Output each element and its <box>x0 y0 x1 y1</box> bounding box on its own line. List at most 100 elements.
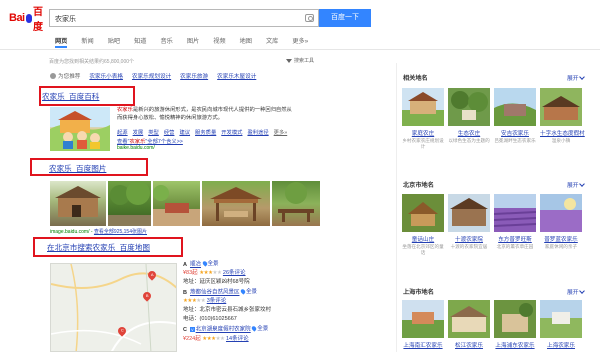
search-button[interactable]: 百度一下 <box>319 9 371 27</box>
search-input[interactable]: 农家乐 <box>49 9 319 27</box>
card-name[interactable]: 家庭农庄 <box>402 129 444 137</box>
tab-map[interactable]: 地图 <box>240 36 252 48</box>
stars-off: ★★ <box>196 298 206 304</box>
poi-b-title: B 燕都仙谷自然风景区 全景 <box>183 287 257 296</box>
result-count: 百度为您找到相关结果约65,800,000个 <box>49 59 135 65</box>
poi-name-link[interactable]: 北京湖泉度假村农家院 <box>196 327 251 333</box>
poi-b-address: 地址：北京市密云县石城乡张家坟村 <box>183 307 272 313</box>
related-place-card[interactable]: 生态农庄 以绿色生态为主题的 <box>448 88 490 144</box>
baike-all-meanings-link[interactable]: 查看"农家乐"全部7个含义>> <box>117 137 183 145</box>
tab-wenku[interactable]: 文库 <box>266 36 278 48</box>
baidu-logo[interactable]: Bai 百度 <box>9 7 47 33</box>
result-title-map[interactable]: 在北京市搜索农家乐_百度地图 <box>47 242 150 253</box>
related-place-card[interactable]: 东方普罗旺斯 北京的薰衣草庄园 <box>494 194 536 250</box>
tab-more[interactable]: 更多» <box>292 36 308 48</box>
result-title-images[interactable]: 农家乐_百度图片 <box>49 163 106 174</box>
card-subtitle: 吕冕湖畔生态农家乐 <box>494 138 536 143</box>
stars-on: ★★★ <box>183 298 197 304</box>
card-subtitle: 乡村农家农庄规划设计 <box>402 138 444 149</box>
recommend-link[interactable]: 农家乐木屋设计 <box>217 72 256 80</box>
related-place-card[interactable]: 安吉农家乐 吕冕湖畔生态农家乐 <box>494 88 536 144</box>
related-place-card[interactable]: 普罗蓝农家乐 家庭休闲的亲子 <box>540 194 582 250</box>
related-place-card[interactable]: 松江农家乐 <box>448 300 490 349</box>
recommend-link[interactable]: 农家乐规划设计 <box>132 72 171 80</box>
sidebar-section-title: 相关地名 <box>403 75 428 82</box>
related-place-card[interactable]: 上海农家乐 <box>540 300 582 349</box>
card-name[interactable]: 上海南汇农家乐 <box>402 341 444 349</box>
image-thumb-1[interactable] <box>50 181 106 226</box>
sidebar-expand-button[interactable]: 展开 <box>567 73 585 82</box>
expand-label: 展开 <box>567 183 579 189</box>
map-thumbnail[interactable]: A B C <box>50 263 177 352</box>
stars-off: ★★ <box>215 336 225 342</box>
poi-a-rating: ¥83起 ★★★★★ 26条评论 <box>183 268 246 276</box>
card-subtitle: 家庭休闲的亲子 <box>544 244 578 249</box>
stars-off: ★★ <box>212 270 222 276</box>
sidebar-expand-button[interactable]: 展开 <box>567 180 585 189</box>
baike-section-link[interactable]: 服务质量 <box>195 128 216 136</box>
tab-tieba[interactable]: 贴吧 <box>108 36 120 48</box>
pano-link[interactable]: 全景 <box>201 259 219 267</box>
expand-label: 展开 <box>567 290 579 296</box>
recommend-row: 为您推荐 农家乐小表格 农家乐规划设计 农家乐旅游 农家乐木屋设计 <box>50 72 256 80</box>
baike-thumbnail[interactable] <box>50 107 110 151</box>
recommend-link[interactable]: 农家乐小表格 <box>89 72 123 80</box>
card-name[interactable]: 生态农庄 <box>448 129 490 137</box>
tab-music[interactable]: 音乐 <box>161 36 173 48</box>
card-name[interactable]: 童话山庄 <box>402 235 444 243</box>
image-thumb-2[interactable] <box>108 181 151 226</box>
tab-divider <box>0 49 600 50</box>
tab-web[interactable]: 网页 <box>55 36 68 48</box>
related-place-card[interactable]: 十渡农家院 十渡的农家院宜居 <box>448 194 490 250</box>
tab-news[interactable]: 新闻 <box>81 36 93 48</box>
poi-name-link[interactable]: 燕都仙谷自然风景区 <box>190 290 240 296</box>
recommend-link[interactable]: 农家乐旅游 <box>180 72 208 80</box>
camera-icon[interactable] <box>305 14 314 22</box>
card-name[interactable]: 安吉农家乐 <box>494 129 536 137</box>
chevron-down-icon <box>578 180 585 187</box>
baike-section-link[interactable]: 经营 <box>164 128 175 136</box>
image-trees-2 <box>108 181 151 226</box>
poi-price: ¥83起 <box>183 270 198 276</box>
poi-comments-link[interactable]: 3条评论 <box>207 298 227 304</box>
poi-comments-link[interactable]: 26条评论 <box>223 270 246 276</box>
baike-desc-highlight: 农家乐 <box>117 107 133 113</box>
image-thumb-3[interactable] <box>153 181 200 226</box>
related-place-card[interactable]: 上海南汇农家乐 <box>402 300 444 349</box>
result-title-baike[interactable]: 农家乐_百度百科 <box>42 91 99 102</box>
stars-on: ★★★ <box>202 336 216 342</box>
poi-a-title: A 顺冶 全景 <box>183 259 219 268</box>
card-name[interactable]: 松江农家乐 <box>448 341 490 349</box>
related-place-card[interactable]: 十字水生态度假村 温泉小镇 <box>540 88 585 144</box>
baike-section-link[interactable]: 开发模式 <box>221 128 242 136</box>
card-name[interactable]: 十字水生态度假村 <box>540 129 585 137</box>
baike-section-link[interactable]: 盈利途径 <box>247 128 268 136</box>
baike-section-link[interactable]: 类型 <box>148 128 159 136</box>
poi-comments-link[interactable]: 14条评论 <box>226 336 249 342</box>
tab-zhidao[interactable]: 知道 <box>134 36 146 48</box>
baike-section-link[interactable]: 建议 <box>179 128 190 136</box>
search-tools-button[interactable]: 搜索工具 <box>286 57 314 64</box>
tab-images[interactable]: 图片 <box>187 36 199 48</box>
related-place-card[interactable]: 上海浦东农家乐 <box>494 300 536 349</box>
image-thumb-5[interactable] <box>272 181 320 226</box>
baike-section-link[interactable]: 发展 <box>133 128 144 136</box>
related-place-card[interactable]: 童话山庄 坐落在北京郊区的童话 <box>402 194 444 256</box>
pano-link[interactable]: 全景 <box>239 287 257 295</box>
card-name[interactable]: 上海农家乐 <box>540 341 582 349</box>
card-name[interactable]: 东方普罗旺斯 <box>494 235 536 243</box>
baike-section-link[interactable]: 起源 <box>117 128 128 136</box>
poi-name-link[interactable]: 顺冶 <box>190 262 201 268</box>
sidebar-expand-button[interactable]: 展开 <box>567 287 585 296</box>
tab-video[interactable]: 视频 <box>213 36 225 48</box>
baike-more-link[interactable]: 更多» <box>274 128 288 136</box>
image-thumb-4[interactable] <box>202 181 270 226</box>
card-name[interactable]: 十渡农家院 <box>448 235 490 243</box>
related-place-card[interactable]: 家庭农庄 乡村农家农庄规划设计 <box>402 88 444 150</box>
baike-description: 农家乐是新兴的旅游休闲形式，是农民向城市现代人提供的一种回归自然从而获得身心放松… <box>117 106 295 122</box>
search-query[interactable]: 农家乐 <box>55 14 76 24</box>
card-name[interactable]: 上海浦东农家乐 <box>494 341 536 349</box>
pano-link[interactable]: 全景 <box>251 324 268 332</box>
view-all-images-link[interactable]: 查看全部925,154张图片 <box>94 229 147 235</box>
card-name[interactable]: 普罗蓝农家乐 <box>540 235 582 243</box>
